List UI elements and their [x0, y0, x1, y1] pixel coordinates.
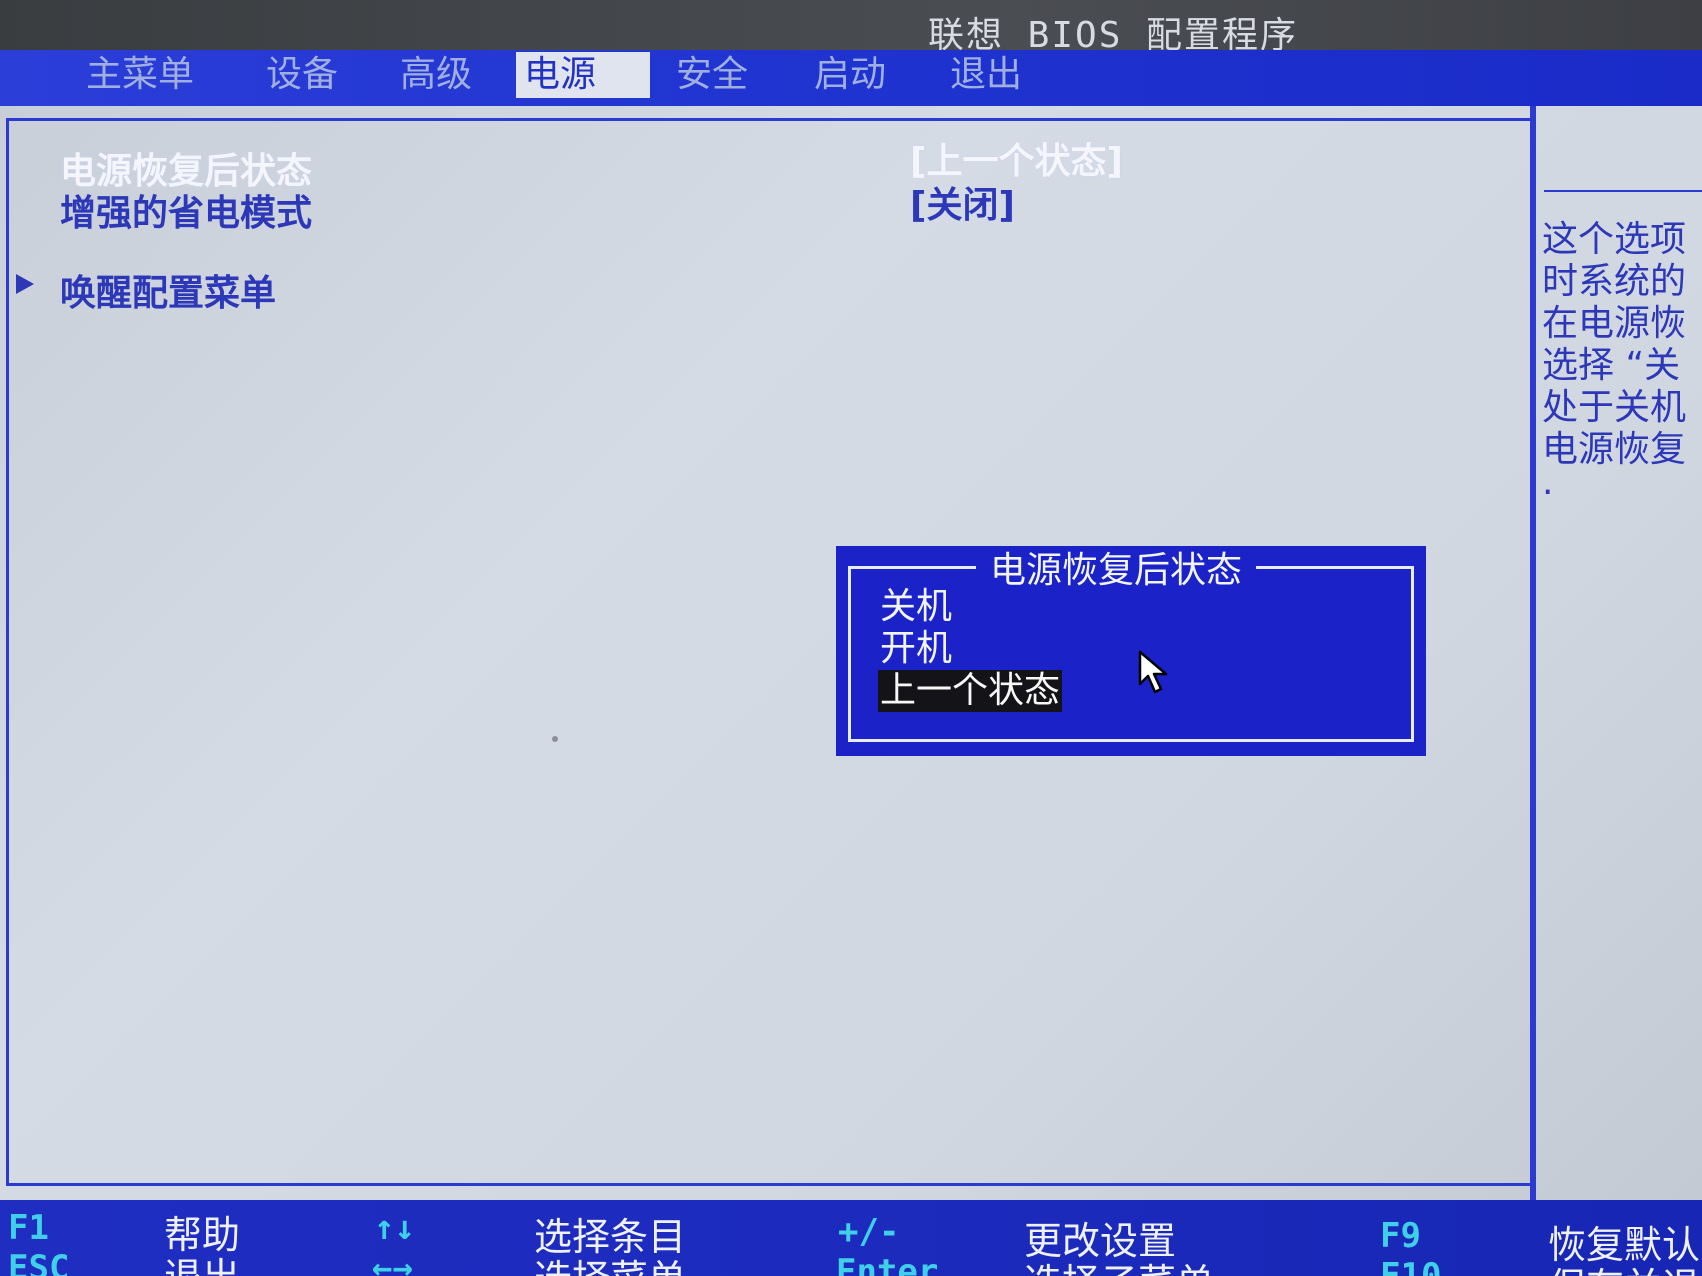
tab-security[interactable]: 安全	[668, 52, 756, 98]
help-divider	[1530, 106, 1536, 1200]
help-separator	[1544, 190, 1702, 192]
key-f10: F10	[1380, 1256, 1442, 1276]
triangle-right-icon	[16, 274, 34, 294]
tab-advanced[interactable]: 高级	[392, 52, 480, 98]
key-esc: ESC	[8, 1248, 70, 1276]
tab-main[interactable]: 主菜单	[78, 52, 202, 98]
options-popup: 电源恢复后状态 关机 开机 上一个状态	[836, 546, 1426, 756]
key-f1: F1	[8, 1208, 49, 1248]
tab-exit[interactable]: 退出	[942, 52, 1030, 98]
dust-speck	[552, 736, 558, 742]
setting-label-enhanced-power-saving[interactable]: 增强的省电模式	[60, 184, 312, 236]
key-f9: F9	[1380, 1216, 1421, 1256]
key-enter: Enter	[836, 1252, 939, 1276]
popup-option-on[interactable]: 开机	[880, 628, 952, 670]
help-line: .	[1542, 462, 1554, 503]
key-plus-minus: +/-	[838, 1212, 900, 1252]
key-left-right: ←→	[372, 1248, 413, 1276]
key-f10-desc: 保存并退出	[1548, 1256, 1702, 1276]
key-enter-desc: 选择子菜单	[1024, 1252, 1214, 1276]
tab-startup[interactable]: 启动	[806, 52, 894, 98]
key-esc-desc: 退出	[164, 1246, 240, 1276]
popup-option-last-state[interactable]: 上一个状态	[878, 670, 1063, 712]
submenu-wake-config[interactable]: 唤醒配置菜单	[60, 264, 276, 316]
title-bar: 联想 BIOS 配置程序	[0, 0, 1702, 56]
key-up-down: ↑↓	[374, 1208, 415, 1248]
popup-option-off[interactable]: 关机	[880, 586, 952, 628]
tab-power[interactable]: 电源	[516, 52, 650, 98]
tab-devices[interactable]: 设备	[258, 52, 346, 98]
setting-value-enhanced-power-saving[interactable]: [关闭]	[910, 176, 1015, 228]
popup-title: 电源恢复后状态	[976, 550, 1257, 592]
key-left-right-desc: 选择菜单	[534, 1248, 686, 1276]
mouse-pointer-icon	[1138, 650, 1168, 694]
